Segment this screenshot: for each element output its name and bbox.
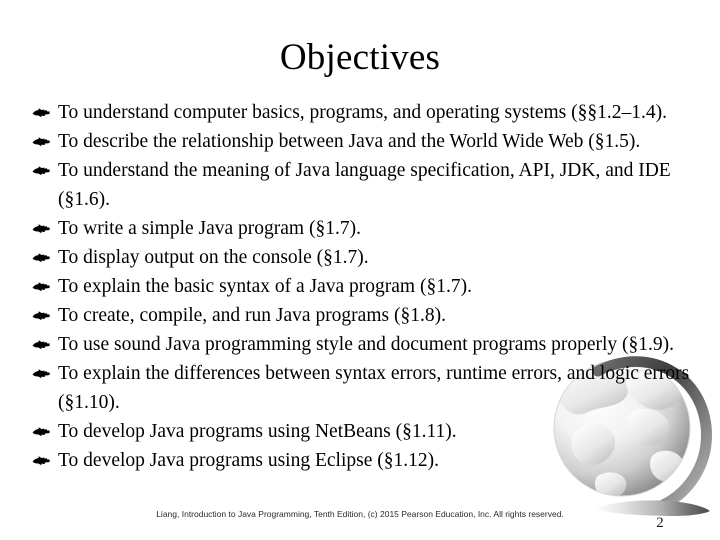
pointing-hand-icon: [31, 244, 53, 270]
pointing-hand-icon: [31, 360, 53, 386]
list-item: To explain the basic syntax of a Java pr…: [24, 272, 702, 301]
list-item-label: To develop Java programs using Eclipse (…: [58, 450, 439, 471]
list-item-label: To use sound Java programming style and …: [58, 334, 675, 355]
list-item-label: To understand computer basics, programs,…: [58, 102, 667, 123]
pointing-hand-icon: [31, 273, 53, 299]
list-item: To display output on the console (§1.7).: [24, 243, 702, 272]
list-item: To understand computer basics, programs,…: [24, 98, 702, 127]
list-item: To develop Java programs using NetBeans …: [24, 417, 702, 446]
list-item: To describe the relationship between Jav…: [24, 127, 702, 156]
list-item: To write a simple Java program (§1.7).: [24, 214, 702, 243]
pointing-hand-icon: [31, 157, 53, 183]
pointing-hand-icon: [31, 99, 53, 125]
list-item-label: To display output on the console (§1.7).: [58, 247, 369, 268]
list-item-label: To create, compile, and run Java program…: [58, 305, 446, 326]
pointing-hand-icon: [31, 128, 53, 154]
list-item-label: To understand the meaning of Java langua…: [58, 160, 671, 210]
list-item-label: To develop Java programs using NetBeans …: [58, 421, 457, 442]
pointing-hand-icon: [31, 447, 53, 473]
list-item-label: To describe the relationship between Jav…: [58, 131, 641, 152]
list-item: To understand the meaning of Java langua…: [24, 156, 702, 214]
objectives-list: To understand computer basics, programs,…: [24, 98, 702, 475]
pointing-hand-icon: [31, 302, 53, 328]
list-item-label: To explain the basic syntax of a Java pr…: [58, 276, 472, 297]
pointing-hand-icon: [31, 331, 53, 357]
list-item-label: To write a simple Java program (§1.7).: [58, 218, 361, 239]
pointing-hand-icon: [31, 215, 53, 241]
slide-canvas: Objectives To understand computer basics…: [0, 0, 720, 540]
list-item: To develop Java programs using Eclipse (…: [24, 446, 702, 475]
page-title: Objectives: [279, 37, 441, 78]
copyright-footer: Liang, Introduction to Java Programming,…: [156, 509, 564, 519]
list-item: To use sound Java programming style and …: [24, 330, 702, 359]
list-item: To create, compile, and run Java program…: [24, 301, 702, 330]
pointing-hand-icon: [31, 418, 53, 444]
page-number: 2: [656, 515, 664, 531]
list-item: To explain the differences between synta…: [24, 359, 702, 417]
list-item-label: To explain the differences between synta…: [58, 363, 690, 413]
